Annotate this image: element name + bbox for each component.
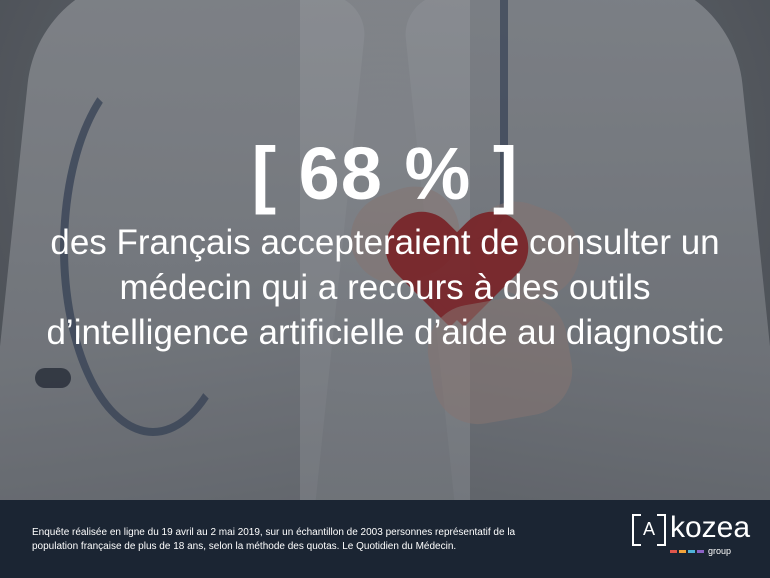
- headline: [ 68 % ] des Français accepteraient de c…: [0, 128, 770, 355]
- left-bracket: [632, 514, 641, 546]
- source-line-2: population française de plus de 18 ans, …: [32, 541, 457, 552]
- logo-letter: A: [642, 519, 655, 539]
- statistic-description: des Français accepteraient de consulter …: [46, 223, 724, 352]
- logo-dot: [697, 550, 704, 553]
- bracket-a-logo-mark: A: [632, 514, 666, 546]
- logo-color-dots: [670, 550, 704, 554]
- infographic: [ 68 % ] des Français accepteraient de c…: [0, 0, 770, 578]
- logo-wordmark: kozea: [670, 511, 751, 544]
- logo-dot: [670, 550, 677, 553]
- logo-tagline: group: [708, 546, 732, 556]
- source-line-1: Enquête réalisée en ligne du 19 avril au…: [32, 527, 516, 538]
- survey-source-note: Enquête réalisée en ligne du 19 avril au…: [32, 526, 552, 554]
- kozea-group-logo: A kozea group: [632, 511, 750, 558]
- right-bracket: [657, 514, 666, 546]
- logo-dot: [688, 550, 695, 553]
- statistic-value: [ 68 % ]: [251, 132, 519, 215]
- logo-dot: [679, 550, 686, 553]
